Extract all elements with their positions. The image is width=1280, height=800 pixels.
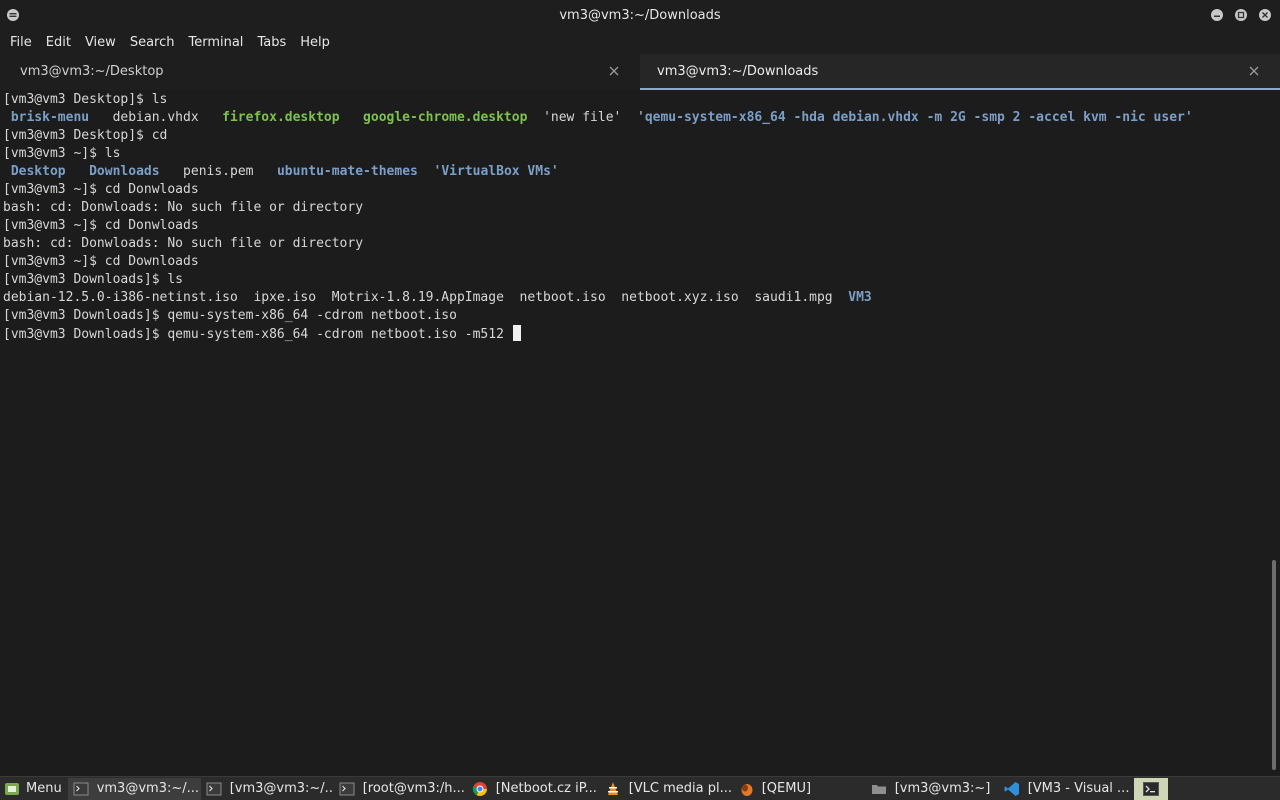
terminal-text: penis.pem	[159, 164, 277, 179]
window-menu-icon[interactable]	[6, 8, 20, 22]
taskbar-window-label: [vm3@vm3:~]	[894, 781, 991, 796]
menu-tabs[interactable]: Tabs	[251, 35, 292, 50]
taskbar-window-label: [VM3 - Visual ...	[1027, 781, 1130, 796]
taskbar-window-label: [Netboot.cz iP...	[495, 781, 597, 796]
terminal-text: [vm3@vm3 ~]$ cd Donwloads	[3, 218, 199, 233]
terminal-line: bash: cd: Donwloads: No such file or dir…	[3, 235, 1268, 253]
start-menu-label: Menu	[26, 781, 62, 796]
terminal-text: [vm3@vm3 Desktop]$ cd	[3, 128, 168, 143]
maximize-icon[interactable]	[1234, 8, 1248, 22]
menu-edit[interactable]: Edit	[40, 35, 77, 50]
tab-label: vm3@vm3:~/Desktop	[20, 63, 164, 79]
menu-help[interactable]: Help	[294, 35, 336, 50]
directory-entry: ubuntu-mate-themes	[276, 164, 418, 179]
terminal-icon	[73, 782, 89, 795]
chrome-icon	[472, 781, 487, 796]
directory-entry: 'qemu-system-x86_64 -hda debian.vhdx -m …	[637, 110, 1193, 125]
tab-downloads[interactable]: vm3@vm3:~/Downloads	[640, 54, 1280, 90]
menubar: File Edit View Search Terminal Tabs Help	[0, 30, 1280, 54]
terminal-scrollbar[interactable]	[1268, 90, 1280, 773]
window-title: vm3@vm3:~/Downloads	[559, 7, 721, 23]
menu-search[interactable]: Search	[124, 35, 181, 50]
terminal-line: [vm3@vm3 Downloads]$ ls	[3, 271, 1268, 289]
taskbar-window-button[interactable]: vm3@vm3:~/...	[67, 777, 201, 800]
terminal-text: 'new file'	[527, 110, 637, 125]
terminal-line: debian-12.5.0-i386-netinst.iso ipxe.iso …	[3, 289, 1268, 307]
terminal-output[interactable]: [vm3@vm3 Desktop]$ ls brisk-menu debian.…	[0, 90, 1268, 773]
scrollbar-thumb[interactable]	[1272, 560, 1276, 770]
terminal-line: [vm3@vm3 Downloads]$ qemu-system-x86_64 …	[3, 325, 1268, 343]
taskbar-window-label: [VLC media pl...	[628, 781, 733, 796]
terminal-text: [vm3@vm3 ~]$ ls	[3, 146, 121, 161]
terminal-text: debian-12.5.0-i386-netinst.iso ipxe.iso …	[3, 290, 849, 305]
folder-icon	[871, 784, 886, 794]
menu-view[interactable]: View	[79, 35, 122, 50]
start-menu-button[interactable]: Menu	[0, 777, 68, 800]
terminal-launcher-button[interactable]	[1134, 777, 1168, 800]
taskbar-window-button[interactable]: [Netboot.cz iP...	[467, 778, 600, 800]
terminal-text: bash: cd: Donwloads: No such file or dir…	[3, 200, 364, 215]
vscode-icon	[1004, 781, 1019, 796]
executable-entry: google-chrome.desktop	[363, 110, 528, 125]
terminal-line: bash: cd: Donwloads: No such file or dir…	[3, 199, 1268, 217]
terminal-line: [vm3@vm3 ~]$ cd Donwloads	[3, 217, 1268, 235]
terminal-line: [vm3@vm3 Desktop]$ cd	[3, 127, 1268, 145]
terminal-text: [vm3@vm3 Downloads]$ ls	[3, 272, 184, 287]
menu-file[interactable]: File	[4, 35, 38, 50]
taskbar-window-button[interactable]: [VLC media pl...	[600, 778, 733, 800]
executable-entry: firefox.desktop	[222, 110, 340, 125]
terminal-line: [vm3@vm3 ~]$ cd Downloads	[3, 253, 1268, 271]
close-icon[interactable]	[1258, 8, 1272, 22]
window-titlebar: vm3@vm3:~/Downloads	[0, 0, 1280, 30]
taskbar: Menu vm3@vm3:~/... [vm3@vm3:~/... [root@vm…	[0, 776, 1280, 800]
terminal-line: [vm3@vm3 ~]$ cd Donwloads	[3, 181, 1268, 199]
tab-desktop[interactable]: vm3@vm3:~/Desktop	[0, 54, 640, 90]
directory-entry: Downloads	[89, 164, 160, 179]
directory-entry: VM3	[848, 290, 872, 305]
tab-label: vm3@vm3:~/Downloads	[657, 63, 819, 79]
taskbar-window-button[interactable]: [vm3@vm3:~/...	[201, 778, 334, 800]
taskbar-window-button[interactable]: [vm3@vm3:~]	[866, 778, 999, 800]
minimize-icon[interactable]	[1210, 8, 1224, 22]
tab-bar: vm3@vm3:~/Desktop vm3@vm3:~/Downloads	[0, 54, 1280, 90]
terminal-icon	[339, 782, 355, 795]
terminal-line: [vm3@vm3 Desktop]$ ls	[3, 91, 1268, 109]
terminal-text: bash: cd: Donwloads: No such file or dir…	[3, 236, 364, 251]
terminal-text: [vm3@vm3 ~]$ cd Downloads	[3, 254, 199, 269]
terminal-text: [vm3@vm3 Downloads]$ qemu-system-x86_64 …	[3, 308, 457, 323]
terminal-text: [vm3@vm3 Downloads]$ qemu-system-x86_64 …	[3, 327, 512, 342]
terminal-line: brisk-menu debian.vhdx firefox.desktop g…	[3, 109, 1268, 127]
taskbar-window-label: vm3@vm3:~/...	[96, 781, 200, 796]
terminal-icon	[206, 782, 222, 795]
vlc-icon	[607, 781, 618, 795]
qemu-icon	[741, 783, 753, 796]
terminal-line: [vm3@vm3 ~]$ ls	[3, 145, 1268, 163]
directory-entry: brisk-menu	[3, 110, 90, 125]
taskbar-window-button[interactable]: [QEMU]	[733, 778, 866, 800]
terminal-text: debian.vhdx	[89, 110, 223, 125]
taskbar-window-label: [root@vm3:/h...	[362, 781, 465, 796]
directory-entry: Desktop	[3, 164, 66, 179]
taskbar-window-label: [QEMU]	[761, 781, 812, 796]
terminal-line: Desktop Downloads penis.pem ubuntu-mate-…	[3, 163, 1268, 181]
close-icon[interactable]	[608, 65, 620, 77]
terminal-launcher-icon	[1143, 781, 1159, 796]
mate-menu-icon	[5, 782, 19, 795]
taskbar-window-button[interactable]: [VM3 - Visual ...	[999, 778, 1132, 800]
directory-entry: 'VirtualBox VMs'	[433, 164, 559, 179]
menu-terminal[interactable]: Terminal	[182, 35, 249, 50]
terminal-text: [vm3@vm3 Desktop]$ ls	[3, 92, 168, 107]
taskbar-window-button[interactable]: [root@vm3:/h...	[334, 778, 467, 800]
taskbar-window-label: [vm3@vm3:~/...	[229, 781, 334, 796]
terminal-text: [vm3@vm3 ~]$ cd Donwloads	[3, 182, 199, 197]
close-icon[interactable]	[1248, 65, 1260, 77]
terminal-line: [vm3@vm3 Downloads]$ qemu-system-x86_64 …	[3, 307, 1268, 325]
terminal-cursor	[512, 325, 521, 341]
